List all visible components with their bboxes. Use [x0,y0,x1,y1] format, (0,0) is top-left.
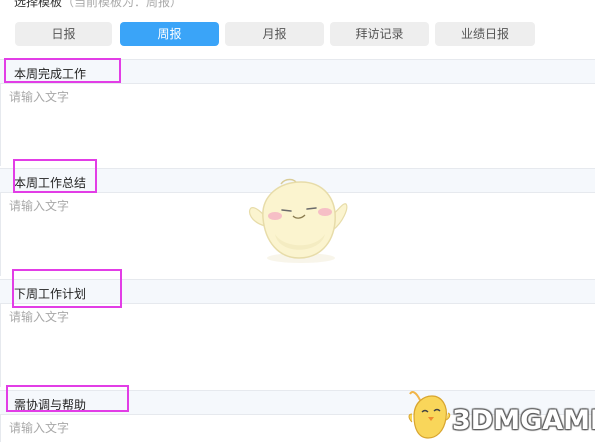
completed-work-input[interactable] [9,88,584,158]
section-header: 下周工作计划 [0,279,595,304]
next-week-plan-input[interactable] [9,308,584,378]
section-title: 本周完成工作 [14,67,87,81]
page-title-main: 选择模板 [14,0,63,9]
section-title: 本周工作总结 [14,176,87,190]
section-body [0,304,595,387]
tab-daily[interactable]: 日报 [15,22,112,46]
watermark-text: 3DMGAME [452,405,595,436]
page-title: 选择模板（当前模板为：周报） [14,0,182,10]
section-title: 需协调与帮助 [14,398,87,412]
tab-visit-record[interactable]: 拜访记录 [330,22,429,46]
tab-monthly[interactable]: 月报 [225,22,324,46]
tab-performance-daily[interactable]: 业绩日报 [435,22,535,46]
watermark-mascot-icon [408,391,451,439]
page-title-subtitle: （当前模板为：周报） [62,0,183,9]
watermark: 3DMGAME [406,388,595,442]
section-title: 下周工作计划 [14,287,87,301]
section-body [0,84,595,166]
mascot-illustration [248,178,348,263]
section-header: 本周完成工作 [0,59,595,84]
tab-weekly[interactable]: 周报 [120,22,219,46]
